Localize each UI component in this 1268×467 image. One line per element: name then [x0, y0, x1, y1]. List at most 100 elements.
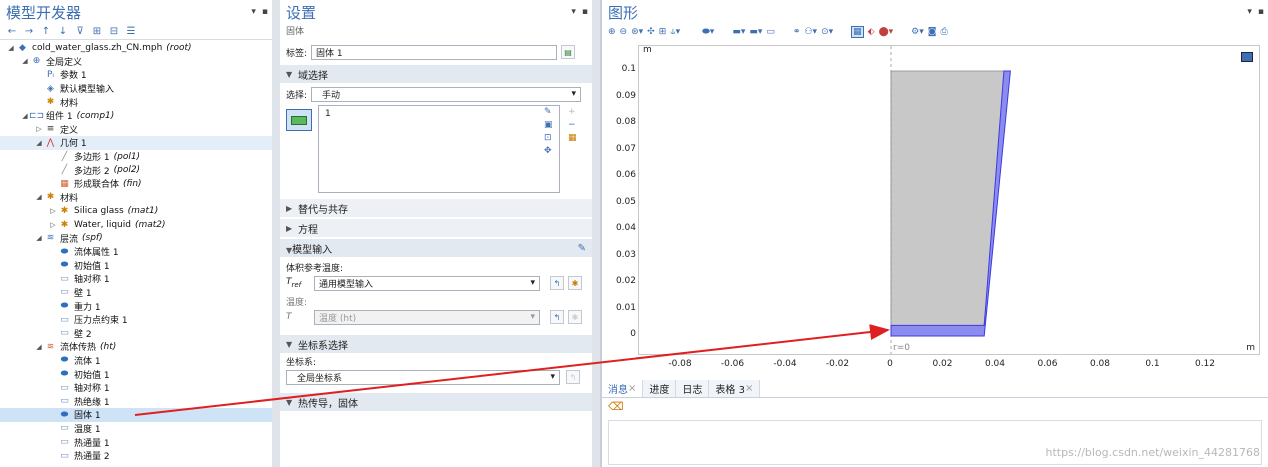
tree-item[interactable]: ⬬ 流体属性 1	[0, 245, 272, 259]
label-input[interactable]: 固体 1	[311, 44, 558, 60]
camera-icon[interactable]: ◙	[928, 27, 937, 37]
clear-selection-icon[interactable]: ⊡	[544, 133, 558, 143]
collapsed-caret-icon[interactable]: ▷	[48, 221, 58, 229]
tree-item[interactable]: ╱ 多边形 2 (pol2)	[0, 163, 272, 177]
expanded-caret-icon[interactable]: ◢	[20, 57, 30, 65]
selection-list[interactable]: 1	[318, 105, 560, 193]
remove-icon[interactable]: −	[568, 120, 582, 130]
selection-list-item[interactable]: 1	[325, 109, 553, 119]
tree-item[interactable]: ◢ ⋀ 几何 1	[0, 136, 272, 150]
panel-splitter[interactable]	[592, 0, 600, 467]
tree-item[interactable]: ▭ 热通量 2	[0, 449, 272, 463]
expanded-caret-icon[interactable]: ◢	[34, 234, 44, 242]
dropdown-icon[interactable]: ▾	[251, 7, 256, 17]
print-icon[interactable]: ⎙	[940, 27, 947, 37]
grid-toggle-icon[interactable]: ▦	[851, 26, 864, 38]
up-arrow-icon[interactable]: ↑	[40, 26, 52, 37]
geometry-plot[interactable]	[639, 46, 1259, 354]
back-arrow-icon[interactable]: ←	[6, 26, 18, 37]
copy-selection-icon[interactable]: ▣	[544, 120, 558, 130]
go-to-source-icon[interactable]: ↰	[566, 370, 580, 384]
coord-dropdown[interactable]: 全局坐标系 ▾	[286, 369, 560, 385]
view-toggle-icon[interactable]	[1241, 52, 1253, 62]
list-menu-icon[interactable]: ☰	[125, 26, 137, 37]
filter-icon[interactable]: ⊽	[74, 26, 86, 37]
tree-item[interactable]: ◢ ◆ cold_water_glass.zh_CN.mph (root)	[0, 41, 272, 55]
paste-selection-icon[interactable]: ✎	[544, 107, 558, 117]
color-icon[interactable]: ⬤▾	[879, 27, 894, 37]
plot-area[interactable]: m m r=0	[638, 45, 1260, 355]
view-icon[interactable]: ⊙▾	[821, 27, 833, 37]
tree-item[interactable]: ▭ 压力点约束 1	[0, 313, 272, 327]
glass-domain[interactable]	[890, 70, 1010, 337]
render-icon[interactable]: ⬖	[868, 27, 875, 37]
select-mode-icon[interactable]: ⬬▾	[702, 27, 714, 37]
expanded-caret-icon[interactable]: ◢	[34, 139, 44, 147]
select-all-icon[interactable]: ▬▾	[749, 27, 762, 37]
section-equation[interactable]: ▶ 方程	[280, 219, 592, 237]
create-selection-icon[interactable]: ✥	[544, 146, 558, 156]
clear-selection-icon[interactable]: ▭	[766, 27, 775, 37]
collapse-all-icon[interactable]: ⊟	[108, 26, 120, 37]
tree-item[interactable]: Pᵢ 参数 1	[0, 68, 272, 82]
tree-item[interactable]: ⬬ 初始值 1	[0, 259, 272, 273]
expanded-caret-icon[interactable]: ◢	[6, 44, 16, 52]
zoom-extents-icon[interactable]: ✣	[647, 27, 655, 37]
section-coord-system[interactable]: ▼ 坐标系选择	[280, 335, 592, 353]
bottom-tab[interactable]: 日志	[676, 380, 710, 397]
show-icon[interactable]: ⚇▾	[804, 27, 817, 37]
tree-item[interactable]: ▷ ✱ Silica glass (mat1)	[0, 204, 272, 218]
dropdown-icon[interactable]: ▾	[571, 7, 576, 17]
tree-item[interactable]: ▭ 热绝缘 1	[0, 394, 272, 408]
expanded-caret-icon[interactable]: ◢	[34, 343, 44, 351]
pin-icon[interactable]: ▪	[262, 7, 268, 17]
expand-all-icon[interactable]: ⊞	[91, 26, 103, 37]
zoom-selected-icon[interactable]: ⊞	[659, 27, 667, 37]
tree-item[interactable]: ▭ 轴对称 1	[0, 381, 272, 395]
zoom-box-icon[interactable]: ⊛▾	[631, 27, 643, 37]
tree-item[interactable]: ▭ 壁 2	[0, 326, 272, 340]
zoom-selected-icon[interactable]: ▦	[568, 133, 582, 143]
edit-icon[interactable]: ✎	[578, 243, 586, 254]
tree-item[interactable]: ◢ ⊕ 全局定义	[0, 55, 272, 69]
bottom-tab[interactable]: 进度	[643, 380, 677, 397]
zoom-in-icon[interactable]: ⊕	[608, 27, 616, 37]
pin-icon[interactable]: ▪	[1258, 7, 1264, 17]
tref-dropdown[interactable]: 通用模型输入 ▾	[314, 275, 540, 291]
section-model-input[interactable]: ▼模型输入 ✎	[280, 239, 592, 257]
tree-item[interactable]: ◢ ≋ 流体传热 (ht)	[0, 340, 272, 354]
tree-item[interactable]: ✱ 材料	[0, 95, 272, 109]
temp-dropdown[interactable]: 温度 (ht) ▾	[314, 309, 540, 325]
collapsed-caret-icon[interactable]: ▷	[34, 125, 44, 133]
tree-item[interactable]: ◈ 默认模型输入	[0, 82, 272, 96]
close-icon[interactable]: ×	[745, 383, 753, 394]
expanded-caret-icon[interactable]: ◢	[34, 193, 44, 201]
select-box-icon[interactable]: ▬▾	[732, 27, 745, 37]
tree-item[interactable]: ◢ ⊏⊐ 组件 1 (comp1)	[0, 109, 272, 123]
tree-item[interactable]: ◢ ✱ 材料	[0, 191, 272, 205]
tree-item[interactable]: ▭ 壁 1	[0, 286, 272, 300]
create-input-icon[interactable]: ✱	[568, 276, 582, 290]
axis-icon[interactable]: ⫝▾	[670, 27, 680, 37]
label-reset-icon[interactable]: ▤	[561, 45, 576, 59]
clear-messages-icon[interactable]: ⌫	[608, 400, 624, 413]
tree-item[interactable]: ◢ ≋ 层流 (spf)	[0, 231, 272, 245]
tree-item[interactable]: ⬬ 重力 1	[0, 299, 272, 313]
panel-splitter[interactable]	[272, 0, 280, 467]
tree-item[interactable]: ▷ ≡ 定义	[0, 123, 272, 137]
settings-gear-icon[interactable]: ⚙▾	[911, 27, 924, 37]
collapsed-caret-icon[interactable]: ▷	[48, 207, 58, 215]
dropdown-icon[interactable]: ▾	[1247, 7, 1252, 17]
zoom-out-icon[interactable]: ⊖	[620, 27, 628, 37]
domain-selection-toggle[interactable]	[286, 109, 312, 131]
selection-dropdown[interactable]: 手动 ▾	[311, 86, 582, 102]
create-input-icon[interactable]: ✱	[568, 310, 582, 324]
go-to-source-icon[interactable]: ↰	[550, 276, 564, 290]
tree-item[interactable]: ⬬ 初始值 1	[0, 367, 272, 381]
down-arrow-icon[interactable]: ↓	[57, 26, 69, 37]
forward-arrow-icon[interactable]: →	[23, 26, 35, 37]
tree-item[interactable]: ▭ 温度 1	[0, 422, 272, 436]
add-icon[interactable]: +	[568, 107, 582, 117]
pin-icon[interactable]: ▪	[582, 7, 588, 17]
tree-item[interactable]: ╱ 多边形 1 (pol1)	[0, 150, 272, 164]
